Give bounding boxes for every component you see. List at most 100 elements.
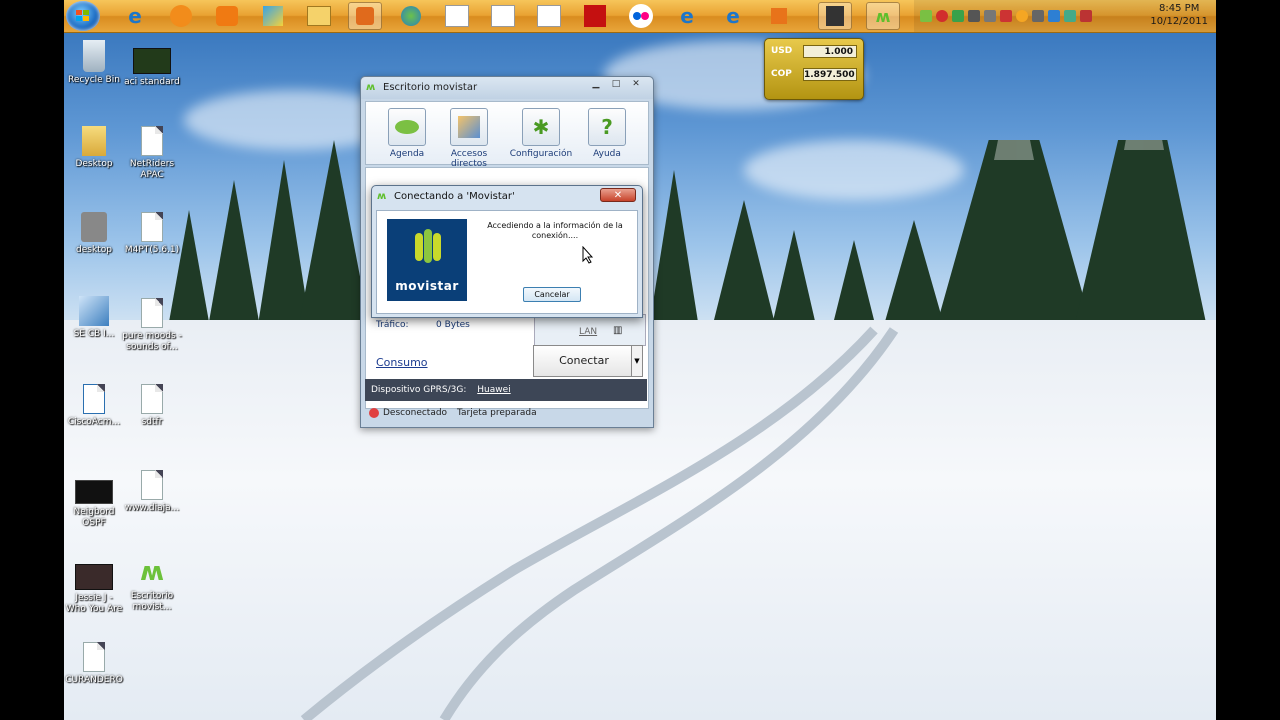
network-icon[interactable]	[968, 10, 980, 22]
system-tray: 8:45 PM 10/12/2011	[914, 0, 1216, 32]
desktop-icon-jessie-j[interactable]: Jessie J - Who You Are	[64, 564, 124, 615]
media-app-icon[interactable]	[164, 2, 198, 30]
traffic-label: Tráfico:	[376, 320, 409, 330]
clock[interactable]: 8:45 PM 10/12/2011	[1150, 2, 1208, 28]
windows-update-icon[interactable]	[256, 2, 290, 30]
desktop-icon-netriders[interactable]: NetRiders APAC	[122, 126, 182, 181]
desktop-icon-label: Escritorio movist...	[130, 591, 174, 612]
app-icon[interactable]	[578, 2, 612, 30]
windows-logo-icon	[76, 10, 89, 21]
tray-icon[interactable]	[1064, 10, 1076, 22]
dialog-message: Accediendo a la información de la conexi…	[487, 221, 623, 240]
computer-icon	[79, 296, 109, 326]
movistar-logo-icon: ʍ	[139, 557, 165, 587]
desktop-icon-desktop-folder[interactable]: Desktop	[64, 126, 124, 170]
currency-converter-gadget: USD 1.000 COP 1.897.500	[764, 38, 864, 100]
cancel-button[interactable]: Cancelar	[523, 287, 581, 302]
tray-icon[interactable]	[1032, 10, 1044, 22]
desktop-icon-m4pt[interactable]: M4PT(5.6.1)	[122, 212, 182, 256]
internet-explorer-icon[interactable]: e	[670, 2, 704, 30]
volume-icon[interactable]	[1000, 10, 1012, 22]
desktop-icon-label: CURANDERO	[65, 675, 123, 685]
desktop-icon-label: CiscoAcm...	[67, 417, 121, 427]
window-title-bar[interactable]: ʍ Escritorio movistar ▁ □ ✕	[361, 77, 653, 99]
movistar-logo: movistar	[387, 219, 467, 301]
desktop-icon-pure-moods[interactable]: pure moods - sounds of...	[122, 298, 182, 353]
minimize-button[interactable]: ▁	[587, 79, 605, 91]
maximize-button[interactable]: □	[607, 79, 625, 91]
drive-icon	[81, 212, 107, 242]
toolbar-label: Accesos directos	[450, 149, 488, 169]
movistar-m-icon	[415, 229, 441, 263]
desktop-icon-label: Recycle Bin	[68, 75, 120, 85]
toolbar-configuracion[interactable]: ✱ Configuración	[504, 108, 578, 159]
from-currency-code[interactable]: USD	[771, 46, 792, 56]
audio-file-icon	[141, 126, 163, 156]
desktop-icon-curandero[interactable]: CURANDERO	[64, 642, 124, 686]
cisco-app-icon[interactable]	[486, 2, 520, 30]
desktop-icon-escritorio-movistar[interactable]: ʍ Escritorio movist...	[122, 556, 182, 613]
messenger-icon[interactable]	[394, 2, 428, 30]
desktop-icon-sdtfr[interactable]: sdtfr	[122, 384, 182, 428]
consumo-link[interactable]: Consumo	[376, 356, 428, 369]
mouse-cursor-icon	[582, 246, 594, 264]
connect-dropdown-button[interactable]: ▼	[631, 345, 643, 377]
internet-explorer-icon[interactable]: e	[716, 2, 750, 30]
lan-label[interactable]: LAN	[579, 327, 597, 337]
desktop-icon-label: pure moods - sounds of...	[122, 331, 182, 352]
tray-icon[interactable]	[1016, 10, 1028, 22]
desktop-icon-label: Desktop	[75, 159, 113, 169]
desktop-icon-label: Jessie J - Who You Are	[65, 593, 123, 614]
desktop-icon-neigbord-ospf[interactable]: Neigbord OSPF	[64, 480, 124, 529]
tray-icon[interactable]	[1048, 10, 1060, 22]
tray-icon[interactable]	[920, 10, 932, 22]
status-connection: Desconectado	[383, 408, 448, 418]
tray-icon[interactable]	[1080, 10, 1092, 22]
shortcuts-icon	[450, 108, 488, 146]
device-link[interactable]: Huawei	[477, 385, 510, 395]
video-file-icon	[75, 564, 113, 590]
app-icon[interactable]	[762, 2, 796, 30]
to-currency-code[interactable]: COP	[771, 69, 792, 79]
antivirus-icon[interactable]	[936, 10, 948, 22]
tray-icon[interactable]	[952, 10, 964, 22]
toolbar-accesos-directos[interactable]: Accesos directos	[432, 108, 506, 169]
office-app-icon[interactable]	[210, 2, 244, 30]
flickr-icon[interactable]	[624, 2, 658, 30]
movistar-taskbar-icon[interactable]: ʍ	[866, 2, 900, 30]
cisco-app-icon[interactable]	[440, 2, 474, 30]
to-currency-value[interactable]: 1.897.500	[803, 68, 857, 81]
video-file-icon	[75, 480, 113, 504]
cisco-app-icon[interactable]	[532, 2, 566, 30]
desktop-icon-label: sdtfr	[141, 417, 163, 427]
dialog-title-bar[interactable]: ʍ Conectando a 'Movistar' ✕	[372, 186, 642, 208]
clock-date: 10/12/2011	[1150, 16, 1208, 27]
toolbar-ayuda[interactable]: ? Ayuda	[570, 108, 644, 159]
movistar-logo-icon: ʍ	[366, 82, 376, 93]
taskbar: e e e ʍ 8:45 PM 10/12/2011	[64, 0, 1216, 33]
desktop-icon-se-cb[interactable]: SE CB I...	[64, 296, 124, 340]
camera-app-icon[interactable]	[818, 2, 852, 30]
window-title: Escritorio movistar	[383, 82, 478, 93]
folder-icon[interactable]	[302, 2, 336, 30]
close-button[interactable]: ✕	[627, 79, 645, 91]
connect-button[interactable]: Conectar	[533, 345, 635, 377]
desktop-icon-desktop[interactable]: desktop	[64, 212, 124, 256]
desktop-icon-aci-standard[interactable]: aci standard	[122, 48, 182, 88]
dialog-close-button[interactable]: ✕	[600, 188, 636, 202]
from-currency-value[interactable]: 1.000	[803, 45, 857, 58]
connecting-dialog: ʍ Conectando a 'Movistar' ✕ movistar Acc…	[371, 185, 643, 318]
document-icon	[83, 384, 105, 414]
tray-icon[interactable]	[984, 10, 996, 22]
desktop-icon-label: desktop	[76, 245, 112, 255]
status-card: Tarjeta preparada	[457, 408, 537, 418]
desktop-icon-ciscoacm[interactable]: CiscoAcm...	[64, 384, 124, 428]
toolbar: Agenda Accesos directos ✱ Configuración …	[365, 101, 649, 169]
media-player-icon[interactable]	[348, 2, 382, 30]
desktop-icon-www[interactable]: www.diaja...	[122, 470, 182, 514]
start-button[interactable]	[66, 1, 100, 31]
toolbar-label: Configuración	[509, 149, 573, 159]
desktop-icon-recycle-bin[interactable]: Recycle Bin	[64, 40, 124, 86]
internet-explorer-icon[interactable]: e	[118, 2, 152, 30]
recycle-bin-icon	[83, 40, 105, 72]
